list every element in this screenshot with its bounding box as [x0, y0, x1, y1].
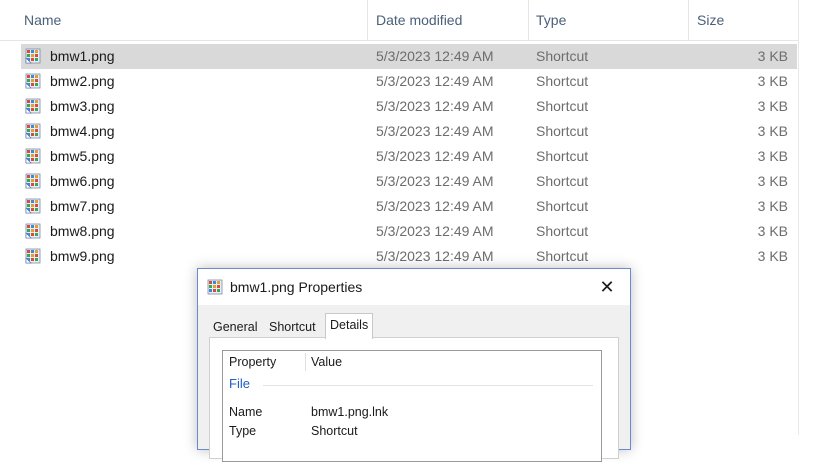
file-type: Shortcut: [536, 223, 589, 239]
pane-border: [798, 0, 799, 435]
file-size: 3 KB: [757, 173, 788, 189]
file-list: bmw1.png 5/3/2023 12:49 AM Shortcut 3 KB bmw…: [0, 44, 798, 269]
property-type-label: Type: [229, 424, 257, 438]
file-row[interactable]: bmw4.png 5/3/2023 12:49 AM Shortcut 3 KB: [21, 119, 797, 144]
image-file-shortcut-icon: [25, 48, 41, 64]
column-header-type[interactable]: Type: [536, 12, 566, 28]
file-date-modified: 5/3/2023 12:49 AM: [376, 148, 494, 164]
file-name: bmw9.png: [50, 248, 115, 264]
column-header-size[interactable]: Size: [697, 12, 724, 28]
file-row[interactable]: bmw1.png 5/3/2023 12:49 AM Shortcut 3 KB: [21, 44, 797, 69]
dialog-title: bmw1.png Properties: [230, 279, 363, 295]
file-row[interactable]: bmw6.png 5/3/2023 12:49 AM Shortcut 3 KB: [21, 169, 797, 194]
property-name-value: bmw1.png.lnk: [311, 405, 389, 419]
column-divider[interactable]: [367, 0, 368, 40]
column-divider[interactable]: [305, 353, 306, 371]
file-row[interactable]: bmw8.png 5/3/2023 12:49 AM Shortcut 3 KB: [21, 219, 797, 244]
image-file-shortcut-icon: [25, 198, 41, 214]
column-header-name[interactable]: Name: [24, 12, 61, 28]
file-date-modified: 5/3/2023 12:49 AM: [376, 48, 494, 64]
column-divider[interactable]: [688, 0, 689, 40]
file-type: Shortcut: [536, 198, 589, 214]
file-date-modified: 5/3/2023 12:49 AM: [376, 98, 494, 114]
file-size: 3 KB: [757, 73, 788, 89]
dialog-titlebar[interactable]: bmw1.png Properties ✕: [198, 269, 630, 305]
column-header-bar: Name Date modified Type Size: [0, 0, 798, 41]
file-name: bmw7.png: [50, 198, 115, 214]
details-list-header: Property Value: [223, 351, 601, 371]
file-size: 3 KB: [757, 123, 788, 139]
image-file-shortcut-icon: [25, 73, 41, 89]
tab-shortcut[interactable]: Shortcut: [265, 317, 320, 337]
image-file-shortcut-icon: [25, 123, 41, 139]
group-file: File: [229, 376, 250, 391]
file-type: Shortcut: [536, 173, 589, 189]
properties-dialog: bmw1.png Properties ✕ General Shortcut D…: [197, 268, 631, 462]
file-row[interactable]: bmw3.png 5/3/2023 12:49 AM Shortcut 3 KB: [21, 94, 797, 119]
header-property[interactable]: Property: [229, 355, 276, 369]
file-type: Shortcut: [536, 123, 589, 139]
file-name: bmw4.png: [50, 123, 115, 139]
dialog-tabs: General Shortcut Details: [209, 313, 619, 339]
file-type: Shortcut: [536, 248, 589, 264]
file-size: 3 KB: [757, 198, 788, 214]
file-name: bmw6.png: [50, 173, 115, 189]
file-name: bmw1.png: [50, 48, 115, 64]
file-size: 3 KB: [757, 148, 788, 164]
file-row[interactable]: bmw9.png 5/3/2023 12:49 AM Shortcut 3 KB: [21, 244, 797, 269]
image-file-shortcut-icon: [207, 279, 223, 295]
tab-details[interactable]: Details: [325, 313, 374, 339]
file-type: Shortcut: [536, 48, 589, 64]
property-name-label: Name: [229, 405, 263, 419]
file-type: Shortcut: [536, 98, 589, 114]
file-name: bmw2.png: [50, 73, 115, 89]
property-type-value: Shortcut: [311, 424, 358, 438]
details-list[interactable]: Property Value File Name bmw1.png.lnk Ty…: [222, 350, 602, 462]
file-date-modified: 5/3/2023 12:49 AM: [376, 248, 494, 264]
close-button[interactable]: ✕: [584, 269, 630, 305]
header-value[interactable]: Value: [311, 355, 342, 369]
image-file-shortcut-icon: [25, 98, 41, 114]
file-date-modified: 5/3/2023 12:49 AM: [376, 123, 494, 139]
file-date-modified: 5/3/2023 12:49 AM: [376, 223, 494, 239]
file-size: 3 KB: [757, 248, 788, 264]
file-row[interactable]: bmw7.png 5/3/2023 12:49 AM Shortcut 3 KB: [21, 194, 797, 219]
file-type: Shortcut: [536, 73, 589, 89]
column-header-date-modified[interactable]: Date modified: [376, 12, 462, 28]
image-file-shortcut-icon: [25, 248, 41, 264]
file-date-modified: 5/3/2023 12:49 AM: [376, 173, 494, 189]
file-size: 3 KB: [757, 98, 788, 114]
group-divider: [263, 385, 593, 386]
file-row[interactable]: bmw2.png 5/3/2023 12:49 AM Shortcut 3 KB: [21, 69, 797, 94]
tab-general[interactable]: General: [209, 317, 261, 337]
image-file-shortcut-icon: [25, 148, 41, 164]
file-type: Shortcut: [536, 148, 589, 164]
file-name: bmw3.png: [50, 98, 115, 114]
file-size: 3 KB: [757, 48, 788, 64]
file-date-modified: 5/3/2023 12:49 AM: [376, 73, 494, 89]
details-panel: Property Value File Name bmw1.png.lnk Ty…: [209, 337, 619, 462]
image-file-shortcut-icon: [25, 173, 41, 189]
file-name: bmw5.png: [50, 148, 115, 164]
file-row[interactable]: bmw5.png 5/3/2023 12:49 AM Shortcut 3 KB: [21, 144, 797, 169]
file-name: bmw8.png: [50, 223, 115, 239]
image-file-shortcut-icon: [25, 223, 41, 239]
column-divider[interactable]: [528, 0, 529, 40]
file-size: 3 KB: [757, 223, 788, 239]
file-date-modified: 5/3/2023 12:49 AM: [376, 198, 494, 214]
